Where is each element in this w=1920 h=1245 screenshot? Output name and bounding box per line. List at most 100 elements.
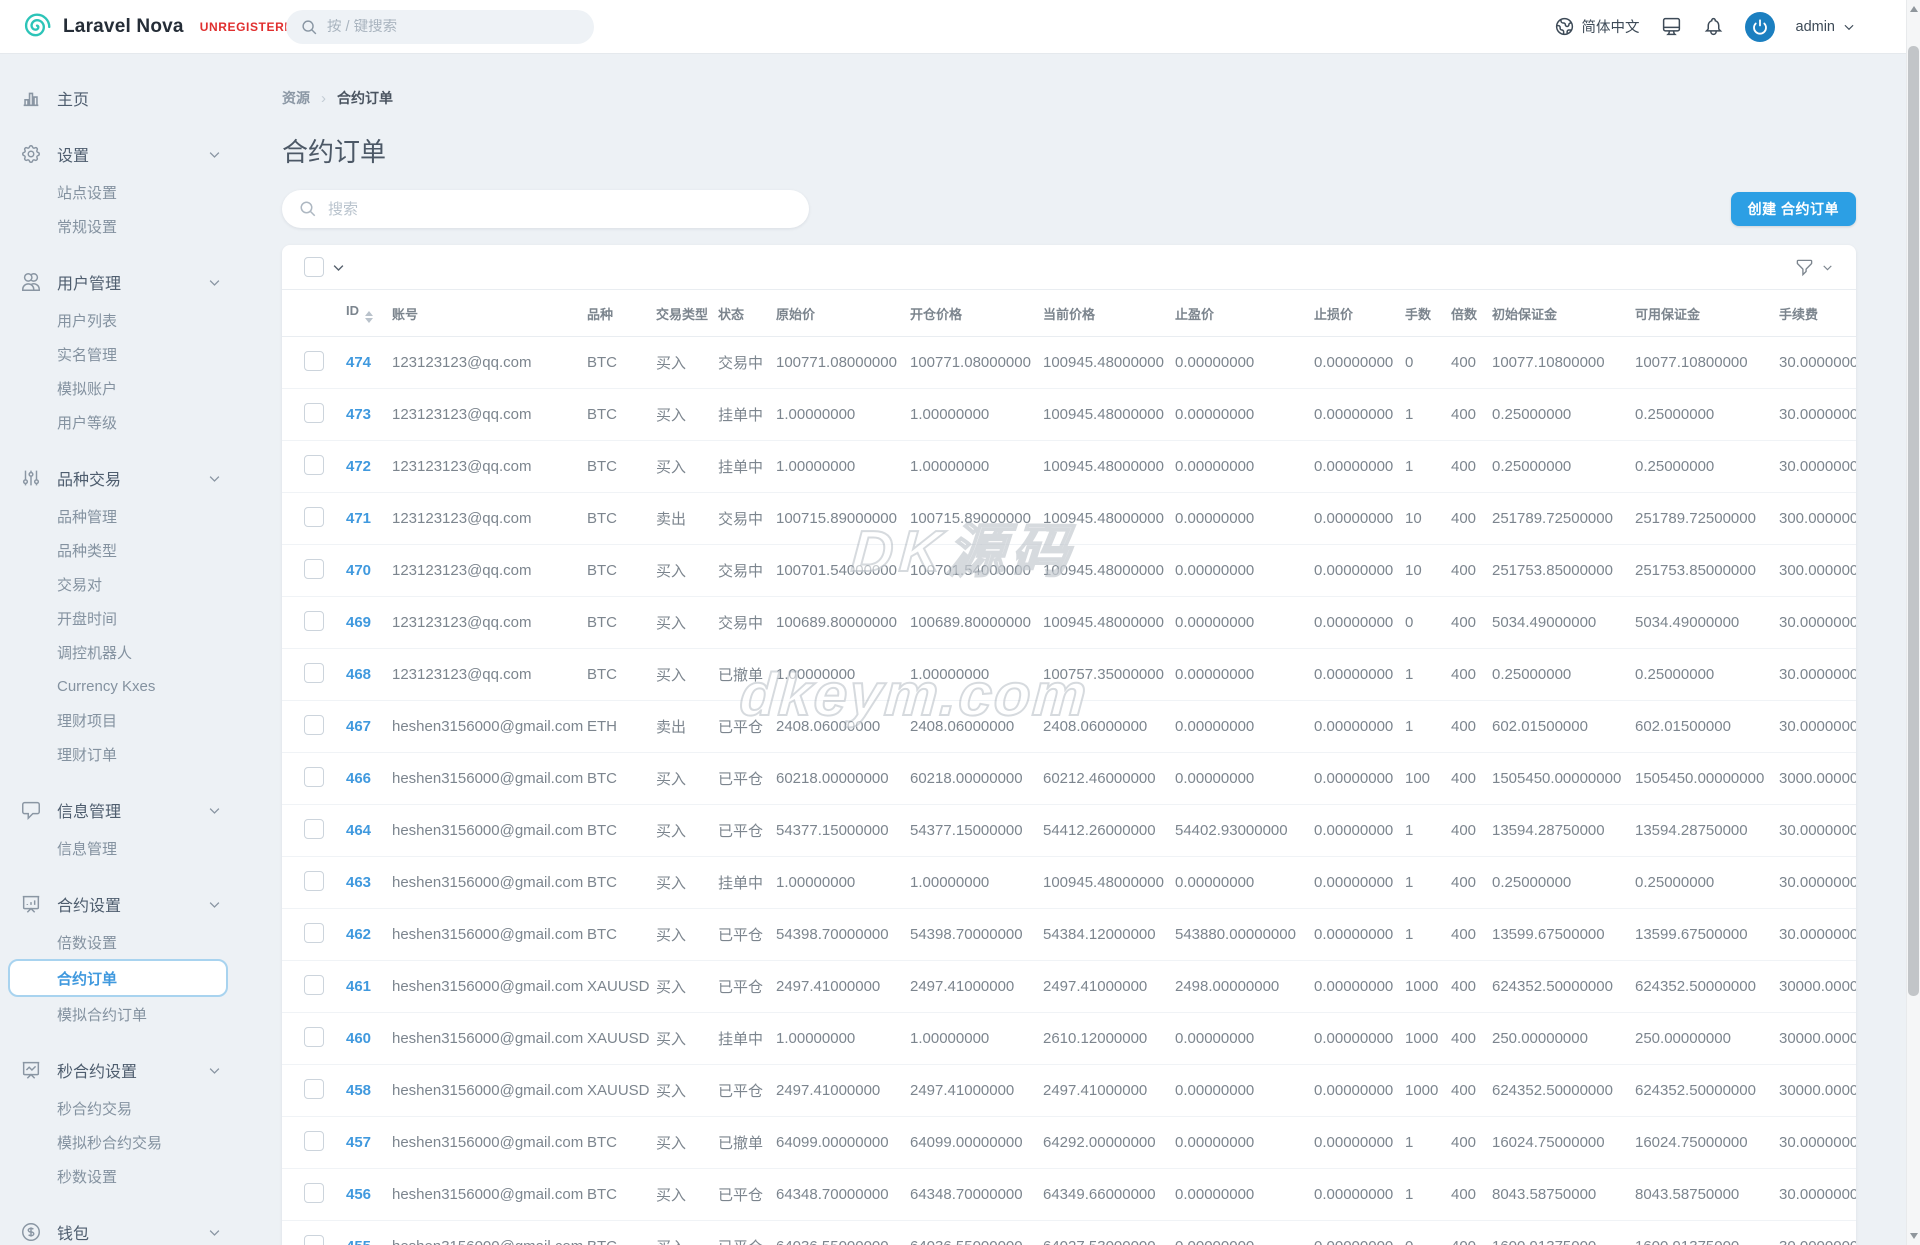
row-checkbox[interactable] — [304, 1131, 324, 1151]
sidebar-item[interactable]: 合约订单 — [8, 959, 228, 997]
table-row[interactable]: 463heshen3156000@gmail.comBTC买入挂单中1.0000… — [282, 857, 1856, 909]
order-id-link[interactable]: 456 — [346, 1186, 371, 1203]
row-checkbox[interactable] — [304, 663, 324, 683]
scroll-up-arrow-icon[interactable] — [1910, 6, 1918, 12]
table-row[interactable]: 462heshen3156000@gmail.comBTC买入已平仓54398.… — [282, 909, 1856, 961]
chevron-down-icon[interactable] — [207, 1063, 222, 1078]
user-menu[interactable]: admin — [1796, 19, 1857, 35]
sidebar-item[interactable]: 理财订单 — [57, 737, 260, 771]
table-row[interactable]: 460heshen3156000@gmail.comXAUUSD买入挂单中1.0… — [282, 1013, 1856, 1065]
sidebar-item[interactable]: 交易对 — [57, 567, 260, 601]
global-search-input[interactable] — [327, 19, 577, 35]
table-row[interactable]: 471123123123@qq.comBTC卖出交易中100715.890000… — [282, 493, 1856, 545]
sidebar-item-6[interactable]: 秒合约设置 — [20, 1052, 260, 1088]
row-checkbox[interactable] — [304, 1183, 324, 1203]
notifications-button[interactable] — [1703, 16, 1724, 37]
sidebar-item[interactable]: 模拟账户 — [57, 371, 260, 405]
table-row[interactable]: 470123123123@qq.comBTC买入交易中100701.540000… — [282, 545, 1856, 597]
order-id-link[interactable]: 461 — [346, 978, 371, 995]
sidebar-item-0[interactable]: 主页 — [20, 80, 260, 116]
order-id-link[interactable]: 469 — [346, 614, 371, 631]
scroll-down-arrow-icon[interactable] — [1910, 1233, 1918, 1239]
scrollbar-thumb[interactable] — [1908, 46, 1919, 996]
table-row[interactable]: 473123123123@qq.comBTC买入挂单中1.000000001.0… — [282, 389, 1856, 441]
sidebar-item[interactable]: 品种类型 — [57, 533, 260, 567]
order-id-link[interactable]: 460 — [346, 1030, 371, 1047]
row-checkbox[interactable] — [304, 403, 324, 423]
global-search[interactable] — [286, 10, 594, 44]
table-row[interactable]: 461heshen3156000@gmail.comXAUUSD买入已平仓249… — [282, 961, 1856, 1013]
sidebar-item[interactable]: 用户等级 — [57, 405, 260, 439]
order-id-link[interactable]: 458 — [346, 1082, 371, 1099]
sidebar-item[interactable]: 开盘时间 — [57, 601, 260, 635]
order-id-link[interactable]: 466 — [346, 770, 371, 787]
sidebar-item[interactable]: 秒合约交易 — [57, 1091, 260, 1125]
sidebar-item-3[interactable]: 品种交易 — [20, 460, 260, 496]
row-checkbox[interactable] — [304, 507, 324, 527]
chevron-down-icon[interactable] — [207, 147, 222, 162]
sidebar-item[interactable]: 模拟合约订单 — [57, 997, 260, 1031]
sidebar-item-5[interactable]: 合约设置 — [20, 886, 260, 922]
breadcrumb-root-link[interactable]: 资源 — [282, 88, 310, 108]
order-id-link[interactable]: 471 — [346, 510, 371, 527]
table-row[interactable]: 458heshen3156000@gmail.comXAUUSD买入已平仓249… — [282, 1065, 1856, 1117]
order-id-link[interactable]: 470 — [346, 562, 371, 579]
order-id-link[interactable]: 455 — [346, 1238, 371, 1245]
order-id-link[interactable]: 464 — [346, 822, 371, 839]
table-row[interactable]: 468123123123@qq.comBTC买入已撤单1.000000001.0… — [282, 649, 1856, 701]
table-row[interactable]: 467heshen3156000@gmail.comETH卖出已平仓2408.0… — [282, 701, 1856, 753]
order-id-link[interactable]: 474 — [346, 354, 371, 371]
brand-logo-link[interactable]: Laravel Nova — [0, 12, 184, 42]
sidebar-item-1[interactable]: 设置 — [20, 136, 260, 172]
order-id-link[interactable]: 467 — [346, 718, 371, 735]
select-all-dropdown[interactable] — [331, 260, 346, 275]
chevron-down-icon[interactable] — [207, 471, 222, 486]
chevron-down-icon[interactable] — [207, 275, 222, 290]
sort-arrows-icon[interactable] — [365, 311, 373, 323]
order-id-link[interactable]: 463 — [346, 874, 371, 891]
column-header-id[interactable]: ID — [346, 303, 392, 323]
order-id-link[interactable]: 473 — [346, 406, 371, 423]
sidebar-item[interactable]: 倍数设置 — [57, 925, 260, 959]
row-checkbox[interactable] — [304, 455, 324, 475]
table-row[interactable]: 474123123123@qq.comBTC买入交易中100771.080000… — [282, 337, 1856, 389]
row-checkbox[interactable] — [304, 975, 324, 995]
sidebar-item[interactable]: 模拟秒合约交易 — [57, 1125, 260, 1159]
chevron-down-icon[interactable] — [207, 897, 222, 912]
sidebar-item[interactable]: 秒数设置 — [57, 1159, 260, 1193]
order-id-link[interactable]: 462 — [346, 926, 371, 943]
table-row[interactable]: 455heshen3156000@gmail.comBTC买入已平仓64036.… — [282, 1221, 1856, 1245]
order-id-link[interactable]: 472 — [346, 458, 371, 475]
row-checkbox[interactable] — [304, 559, 324, 579]
table-row[interactable]: 457heshen3156000@gmail.comBTC买入已撤单64099.… — [282, 1117, 1856, 1169]
row-checkbox[interactable] — [304, 819, 324, 839]
sidebar-item[interactable]: 理财项目 — [57, 703, 260, 737]
row-checkbox[interactable] — [304, 1235, 324, 1245]
sidebar-item-4[interactable]: 信息管理 — [20, 792, 260, 828]
create-order-button[interactable]: 创建 合约订单 — [1731, 192, 1856, 226]
chevron-down-icon[interactable] — [207, 803, 222, 818]
sidebar-item[interactable]: 用户列表 — [57, 303, 260, 337]
theme-toggle[interactable] — [1661, 16, 1682, 37]
resource-search[interactable] — [282, 190, 809, 228]
row-checkbox[interactable] — [304, 923, 324, 943]
table-row[interactable]: 469123123123@qq.comBTC买入交易中100689.800000… — [282, 597, 1856, 649]
sidebar-item-2[interactable]: 用户管理 — [20, 264, 260, 300]
row-checkbox[interactable] — [304, 871, 324, 891]
filter-dropdown[interactable] — [1795, 258, 1834, 277]
row-checkbox[interactable] — [304, 1079, 324, 1099]
row-checkbox[interactable] — [304, 1027, 324, 1047]
sidebar-item[interactable]: 实名管理 — [57, 337, 260, 371]
language-switcher[interactable]: 简体中文 — [1554, 16, 1640, 37]
row-checkbox[interactable] — [304, 767, 324, 787]
sidebar-item[interactable]: 常规设置 — [57, 209, 260, 243]
table-row[interactable]: 456heshen3156000@gmail.comBTC买入已平仓64348.… — [282, 1169, 1856, 1221]
table-row[interactable]: 466heshen3156000@gmail.comBTC买入已平仓60218.… — [282, 753, 1856, 805]
sidebar-item[interactable]: 站点设置 — [57, 175, 260, 209]
user-avatar[interactable] — [1745, 12, 1775, 42]
chevron-down-icon[interactable] — [207, 1225, 222, 1240]
row-checkbox[interactable] — [304, 351, 324, 371]
row-checkbox[interactable] — [304, 611, 324, 631]
table-row[interactable]: 464heshen3156000@gmail.comBTC买入已平仓54377.… — [282, 805, 1856, 857]
sidebar-item[interactable]: 品种管理 — [57, 499, 260, 533]
